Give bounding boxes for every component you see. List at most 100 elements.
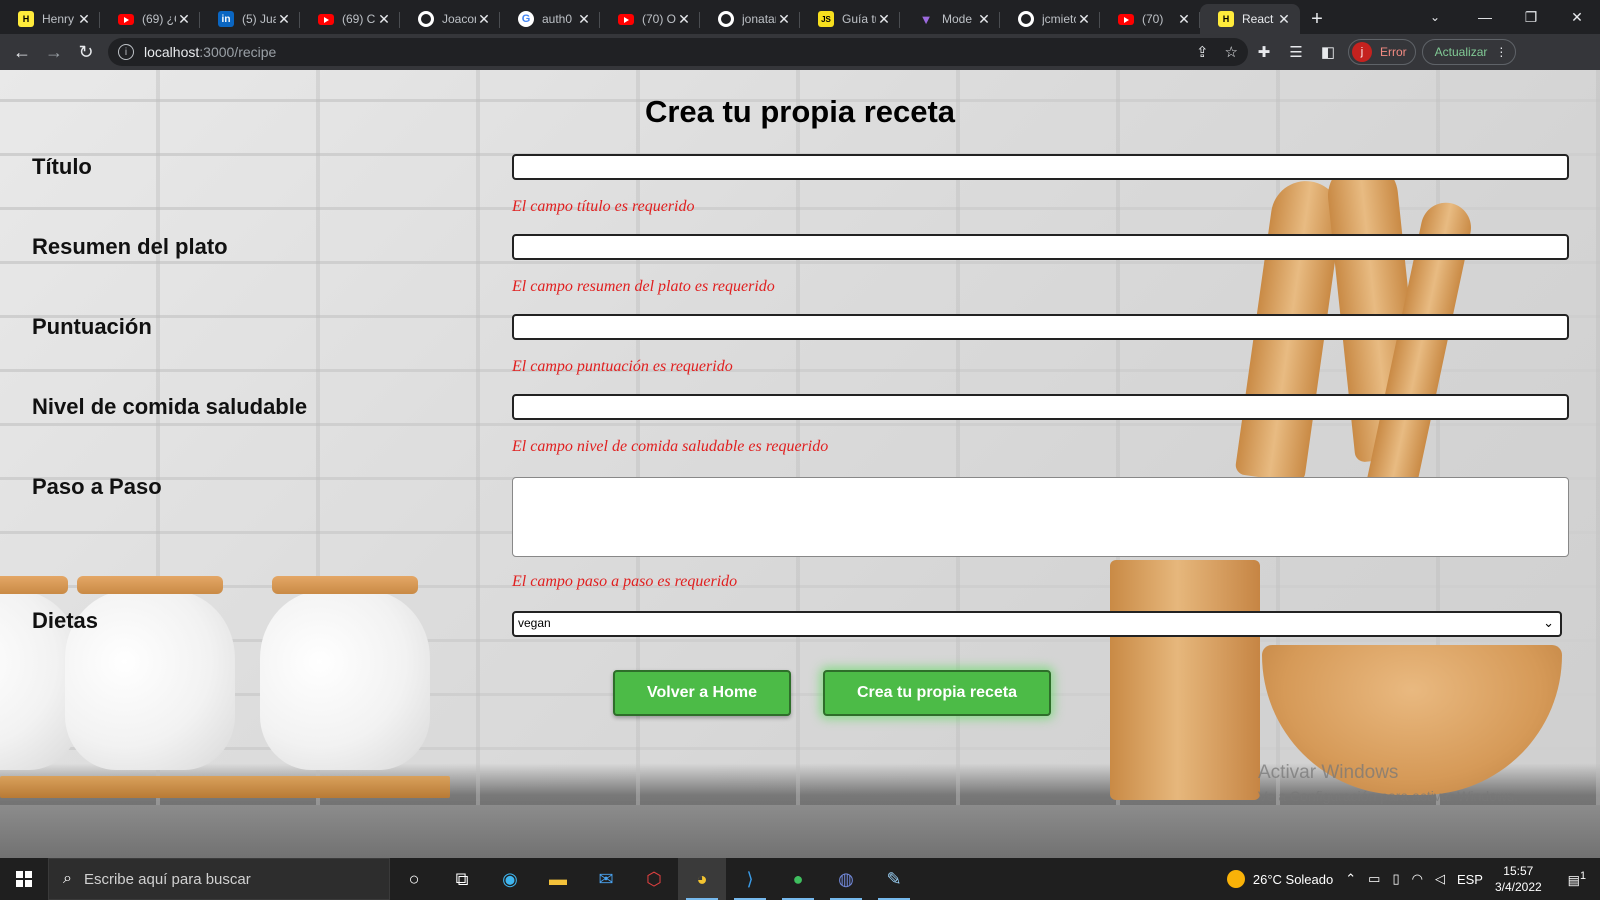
close-tab-icon[interactable]: ✕ (676, 11, 692, 28)
windows-logo-icon (16, 871, 32, 887)
resumen-input[interactable] (512, 234, 1569, 260)
close-tab-icon[interactable]: ✕ (1276, 11, 1292, 28)
tab-youtube[interactable]: (70) OA✕ (600, 4, 700, 34)
tab-js[interactable]: JS Guía tu✕ (800, 4, 900, 34)
battery-icon[interactable]: ▯ (1392, 871, 1399, 887)
back-home-button[interactable]: Volver a Home (613, 670, 791, 716)
create-recipe-button[interactable]: Crea tu propia receta (823, 670, 1051, 716)
file-explorer-icon[interactable]: ▬ (534, 858, 582, 900)
update-button[interactable]: Actualizar ⋮ (1421, 39, 1517, 65)
henry-app-icon[interactable]: ● (774, 858, 822, 900)
saludable-input[interactable] (512, 394, 1569, 420)
vscode-icon[interactable]: ⟩ (726, 858, 774, 900)
volume-icon[interactable]: ◁ (1435, 871, 1445, 887)
youtube-icon (1118, 11, 1134, 27)
tab-youtube[interactable]: (70) ✕ (1100, 4, 1200, 34)
wifi-icon[interactable]: ◠ (1412, 871, 1423, 887)
tab-github[interactable]: jonatan✕ (700, 4, 800, 34)
extensions-icon[interactable]: ✚ (1248, 38, 1280, 66)
github-icon (1018, 11, 1034, 27)
url-text[interactable]: localhost:3000/recipe (144, 44, 1180, 60)
wooden-cup-image (1110, 560, 1260, 800)
taskbar-search[interactable]: ⌕ Escribe aquí para buscar (48, 858, 390, 900)
reading-list-icon[interactable]: ☰ (1280, 38, 1312, 66)
close-tab-icon[interactable]: ✕ (1076, 11, 1092, 28)
tab-vite[interactable]: ▼ Mode ✕ (900, 4, 1000, 34)
bookmark-star-icon[interactable]: ☆ (1225, 43, 1238, 61)
profile-error-button[interactable]: j Error (1348, 39, 1416, 65)
start-button[interactable] (0, 858, 48, 900)
paint-icon[interactable]: ✎ (870, 858, 918, 900)
close-tab-icon[interactable]: ✕ (876, 11, 892, 28)
close-tab-icon[interactable]: ✕ (576, 11, 592, 28)
minimize-icon[interactable]: — (1462, 0, 1508, 34)
ceramic-jar-image (260, 576, 430, 770)
profile-status: Error (1380, 45, 1407, 59)
close-tab-icon[interactable]: ✕ (276, 11, 292, 28)
meet-icon[interactable]: ▭ (1368, 871, 1380, 887)
close-tab-icon[interactable]: ✕ (476, 11, 492, 28)
weather-text[interactable]: 26°C Soleado (1253, 872, 1333, 887)
edge-icon[interactable]: ◉ (486, 858, 534, 900)
tab-title: jcmieto (1042, 12, 1076, 26)
forward-icon[interactable]: → (38, 38, 70, 66)
address-bar[interactable]: i localhost:3000/recipe ⇪ ☆ (108, 38, 1248, 66)
mail-icon[interactable]: ✉ (582, 858, 630, 900)
titulo-input[interactable] (512, 154, 1569, 180)
tab-google[interactable]: Gauth0 l ✕ (500, 4, 600, 34)
watermark-line2: Ve a Configuración para activar Windows. (1258, 788, 1518, 804)
task-view-icon[interactable]: ⧉ (438, 858, 486, 900)
url-host: localhost (144, 44, 200, 60)
share-icon[interactable]: ⇪ (1196, 43, 1209, 61)
tab-react-app[interactable]: H React A✕ (1200, 4, 1300, 34)
pasos-textarea[interactable] (512, 477, 1569, 557)
tab-title: (70) OA (642, 12, 676, 26)
puntuacion-input[interactable] (512, 314, 1569, 340)
tab-linkedin[interactable]: in (5) Juan✕ (200, 4, 300, 34)
app-red-icon[interactable]: ⬡ (630, 858, 678, 900)
close-tab-icon[interactable]: ✕ (176, 11, 192, 28)
vite-icon: ▼ (919, 11, 933, 27)
youtube-icon (618, 11, 634, 27)
discord-icon[interactable]: ◍ (822, 858, 870, 900)
cortana-icon[interactable]: ○ (390, 858, 438, 900)
tab-github[interactable]: jcmieto✕ (1000, 4, 1100, 34)
reload-icon[interactable]: ↻ (70, 38, 102, 66)
close-tab-icon[interactable]: ✕ (976, 11, 992, 28)
menu-icon[interactable]: ⋮ (1495, 45, 1507, 59)
clock-date: 3/4/2022 (1494, 880, 1542, 894)
chrome-icon[interactable]: ◕ (678, 858, 726, 900)
tab-title: Guía tu (842, 12, 876, 26)
clock[interactable]: 15:57 3/4/2022 (1495, 863, 1542, 895)
close-tab-icon[interactable]: ✕ (76, 11, 92, 28)
tab-youtube[interactable]: (69) ¿C✕ (100, 4, 200, 34)
dietas-label: Dietas (32, 608, 99, 633)
language-indicator[interactable]: ESP (1457, 872, 1483, 887)
close-window-icon[interactable]: ✕ (1554, 0, 1600, 34)
tab-search-icon[interactable]: ⌄ (1420, 4, 1450, 30)
new-tab-button[interactable]: + (1300, 4, 1334, 34)
notifications-icon[interactable]: ▤1 (1568, 870, 1586, 888)
tab-title: Henry (42, 12, 75, 26)
pasos-label: Paso a Paso (32, 474, 162, 499)
titulo-label: Título (32, 154, 92, 179)
restore-icon[interactable]: ❐ (1508, 0, 1554, 34)
side-panel-icon[interactable]: ◧ (1312, 38, 1344, 66)
close-tab-icon[interactable]: ✕ (1176, 11, 1192, 28)
system-tray: 26°C Soleado ⌃ ▭ ▯ ◠ ◁ ESP 15:57 3/4/202… (1226, 858, 1600, 900)
tab-github[interactable]: Joacon✕ (400, 4, 500, 34)
page-title: Crea tu propia receta (644, 94, 956, 129)
tab-henry[interactable]: H Henry ✕ (0, 4, 100, 34)
tab-title: (5) Juan (242, 12, 276, 26)
chevron-up-icon[interactable]: ⌃ (1345, 871, 1356, 887)
back-icon[interactable]: ← (6, 38, 38, 66)
window-controls: — ❐ ✕ (1462, 0, 1600, 34)
henry-icon: H (1218, 11, 1234, 27)
tab-title: (69) ¿C (142, 12, 176, 26)
close-tab-icon[interactable]: ✕ (376, 11, 392, 28)
update-label: Actualizar (1434, 45, 1488, 59)
site-info-icon[interactable]: i (118, 44, 134, 60)
tab-youtube[interactable]: (69) Cr ✕ (300, 4, 400, 34)
close-tab-icon[interactable]: ✕ (776, 11, 792, 28)
dietas-select[interactable]: vegan ⌄ (512, 611, 1562, 637)
